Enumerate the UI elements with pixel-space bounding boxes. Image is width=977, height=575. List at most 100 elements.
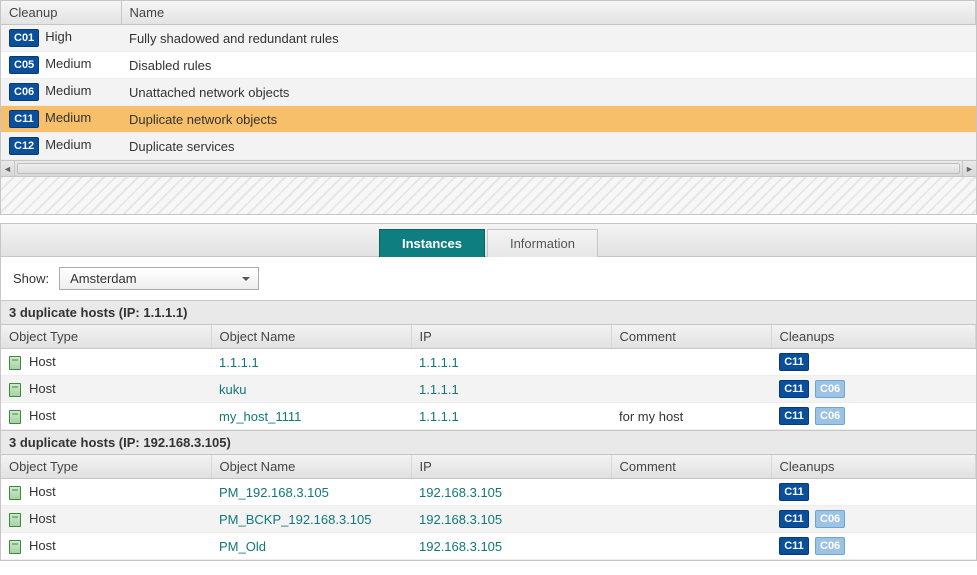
horizontal-scrollbar[interactable]: ◄ ► bbox=[1, 160, 976, 176]
cleanup-table: Cleanup Name C01 High Fully shadowed and r… bbox=[1, 1, 976, 160]
cleanup-code-badge[interactable]: C11 bbox=[779, 407, 809, 425]
object-type: Host bbox=[29, 354, 56, 369]
cleanup-code-badge: C12 bbox=[9, 137, 39, 155]
tab-information[interactable]: Information bbox=[487, 229, 598, 257]
cleanup-row[interactable]: C11MediumDuplicate network objects bbox=[1, 106, 976, 133]
table-row[interactable]: Host PM_Old192.168.3.105 C11 C06 bbox=[1, 533, 976, 560]
object-name: 1.1.1.1 bbox=[211, 349, 411, 376]
cleanup-code-badge: C05 bbox=[9, 56, 39, 74]
group-header[interactable]: 3 duplicate hosts (IP: 192.168.3.105) bbox=[1, 430, 976, 455]
cleanup-code-badge[interactable]: C11 bbox=[779, 380, 809, 398]
group-header[interactable]: 3 duplicate hosts (IP: 1.1.1.1) bbox=[1, 300, 976, 325]
table-row[interactable]: Host kuku1.1.1.1 C11 C06 bbox=[1, 376, 976, 403]
cleanup-name: Duplicate services bbox=[121, 133, 976, 160]
host-icon bbox=[9, 540, 21, 554]
cleanup-name: Unattached network objects bbox=[121, 79, 976, 106]
instances-header-cleanups[interactable]: Cleanups bbox=[771, 325, 976, 349]
object-cleanups: C11 bbox=[771, 349, 976, 376]
cleanup-code-badge: C06 bbox=[9, 83, 39, 101]
instances-header-object-type[interactable]: Object Type bbox=[1, 325, 211, 349]
object-type: Host bbox=[29, 511, 56, 526]
host-icon bbox=[9, 486, 21, 500]
instances-header-object-name[interactable]: Object Name bbox=[211, 325, 411, 349]
scroll-thumb[interactable] bbox=[17, 163, 960, 174]
object-ip: 192.168.3.105 bbox=[411, 533, 611, 560]
cleanup-code-badge: C01 bbox=[9, 29, 39, 47]
object-comment bbox=[611, 479, 771, 506]
host-icon bbox=[9, 356, 21, 370]
object-cleanups: C11 C06 bbox=[771, 403, 976, 430]
cleanup-row[interactable]: C12 Medium Duplicate services bbox=[1, 133, 976, 160]
show-select-value: Amsterdam bbox=[70, 271, 136, 286]
splitter-area[interactable] bbox=[0, 177, 977, 215]
scroll-left-icon[interactable]: ◄ bbox=[1, 161, 15, 176]
show-select[interactable]: Amsterdam bbox=[59, 267, 259, 290]
cleanup-row[interactable]: C05MediumDisabled rules bbox=[1, 52, 976, 79]
cleanup-header-name[interactable]: Name bbox=[121, 1, 976, 25]
cleanup-code-badge[interactable]: C11 bbox=[779, 483, 809, 501]
cleanup-row[interactable]: C01 High Fully shadowed and redundant rule… bbox=[1, 25, 976, 52]
instances-header-object-name[interactable]: Object Name bbox=[211, 455, 411, 479]
table-row[interactable]: Hostmy_host_11111.1.1.1for my hostC11C06 bbox=[1, 403, 976, 430]
object-type: Host bbox=[29, 408, 56, 423]
filter-label: Show: bbox=[13, 271, 49, 286]
cleanup-code-badge[interactable]: C06 bbox=[815, 380, 845, 398]
filter-row: Show: Amsterdam bbox=[1, 257, 976, 300]
instances-header-cleanups[interactable]: Cleanups bbox=[771, 455, 976, 479]
table-row[interactable]: Host PM_BCKP_192.168.3.105192.168.3.105 C1… bbox=[1, 506, 976, 533]
instances-header-comment[interactable]: Comment bbox=[611, 325, 771, 349]
object-type: Host bbox=[29, 484, 56, 499]
tab-instances[interactable]: Instances bbox=[379, 229, 485, 257]
host-icon bbox=[9, 513, 21, 527]
cleanup-code-badge[interactable]: C11 bbox=[779, 353, 809, 371]
cleanup-severity: Medium bbox=[45, 137, 91, 152]
object-name: PM_192.168.3.105 bbox=[211, 479, 411, 506]
instances-header-ip[interactable]: IP bbox=[411, 455, 611, 479]
object-name: my_host_1111 bbox=[211, 403, 411, 430]
object-name: PM_BCKP_192.168.3.105 bbox=[211, 506, 411, 533]
cleanup-severity: Medium bbox=[45, 56, 91, 71]
instances-header-object-type[interactable]: Object Type bbox=[1, 455, 211, 479]
object-comment bbox=[611, 506, 771, 533]
cleanup-code-badge: C11 bbox=[9, 110, 39, 128]
cleanup-severity: Medium bbox=[45, 83, 91, 98]
object-cleanups: C11 C06 bbox=[771, 376, 976, 403]
object-comment bbox=[611, 349, 771, 376]
tabs-bar: Instances Information bbox=[1, 224, 976, 257]
cleanup-name: Fully shadowed and redundant rules bbox=[121, 25, 976, 52]
object-comment bbox=[611, 376, 771, 403]
object-cleanups: C11 C06 bbox=[771, 533, 976, 560]
object-name: kuku bbox=[211, 376, 411, 403]
instances-table: Object TypeObject NameIPCommentCleanupsH… bbox=[1, 325, 976, 430]
object-ip: 1.1.1.1 bbox=[411, 349, 611, 376]
table-row[interactable]: Host 1.1.1.11.1.1.1 C11 bbox=[1, 349, 976, 376]
object-comment: for my host bbox=[611, 403, 771, 430]
instances-header-comment[interactable]: Comment bbox=[611, 455, 771, 479]
cleanup-code-badge[interactable]: C06 bbox=[815, 407, 845, 425]
object-name: PM_Old bbox=[211, 533, 411, 560]
object-cleanups: C11 bbox=[771, 479, 976, 506]
cleanup-code-badge[interactable]: C06 bbox=[815, 510, 845, 528]
object-ip: 192.168.3.105 bbox=[411, 479, 611, 506]
scroll-right-icon[interactable]: ► bbox=[962, 161, 976, 176]
cleanup-header-cleanup[interactable]: Cleanup bbox=[1, 1, 121, 25]
instances-table: Object TypeObject NameIPCommentCleanupsH… bbox=[1, 455, 976, 560]
cleanup-row[interactable]: C06 Medium Unattached network objects bbox=[1, 79, 976, 106]
cleanup-panel: Cleanup Name C01 High Fully shadowed and r… bbox=[0, 0, 977, 177]
table-row[interactable]: Host PM_192.168.3.105192.168.3.105 C11 bbox=[1, 479, 976, 506]
object-ip: 1.1.1.1 bbox=[411, 376, 611, 403]
object-type: Host bbox=[29, 381, 56, 396]
instances-panel: Instances Information Show: Amsterdam 3 … bbox=[0, 223, 977, 561]
cleanup-code-badge[interactable]: C06 bbox=[815, 537, 845, 555]
object-type: Host bbox=[29, 538, 56, 553]
host-icon bbox=[9, 410, 21, 424]
cleanup-code-badge[interactable]: C11 bbox=[779, 537, 809, 555]
object-comment bbox=[611, 533, 771, 560]
cleanup-code-badge[interactable]: C11 bbox=[779, 510, 809, 528]
instances-header-ip[interactable]: IP bbox=[411, 325, 611, 349]
cleanup-severity: High bbox=[45, 29, 72, 44]
object-ip: 192.168.3.105 bbox=[411, 506, 611, 533]
cleanup-severity: Medium bbox=[45, 110, 91, 125]
host-icon bbox=[9, 383, 21, 397]
object-cleanups: C11 C06 bbox=[771, 506, 976, 533]
